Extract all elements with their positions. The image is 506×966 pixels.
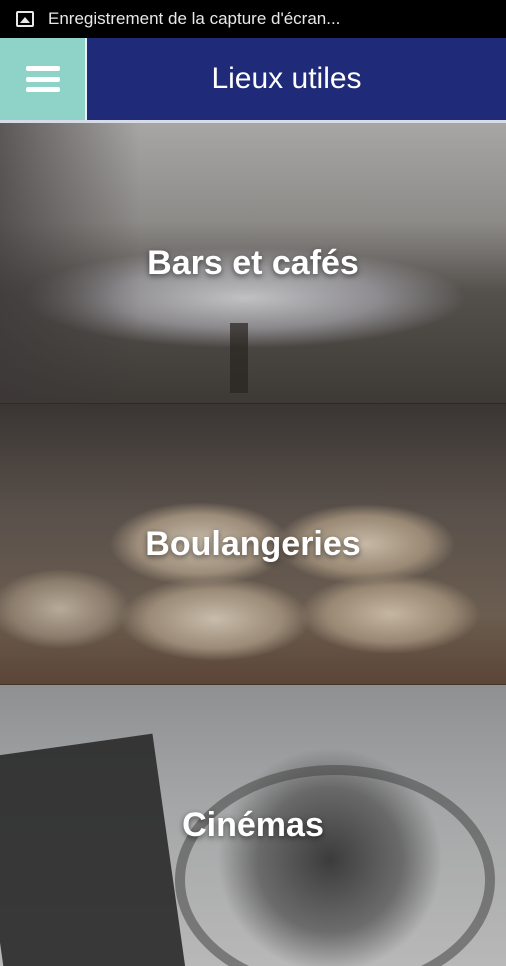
category-item-cinemas[interactable]: Cinémas	[0, 685, 506, 966]
app-bar: Lieux utiles	[0, 38, 506, 120]
page-title: Lieux utiles	[211, 62, 362, 95]
category-label: Boulangeries	[145, 525, 361, 563]
hamburger-menu-icon	[25, 66, 60, 92]
category-item-boulangeries[interactable]: Boulangeries	[0, 404, 506, 685]
menu-button[interactable]	[0, 38, 85, 120]
status-notification-text: Enregistrement de la capture d'écran...	[48, 9, 341, 28]
status-bar: Enregistrement de la capture d'écran...	[0, 0, 506, 38]
title-bar: Lieux utiles	[85, 38, 506, 120]
category-item-bars-cafes[interactable]: Bars et cafés	[0, 123, 506, 404]
category-label: Bars et cafés	[147, 244, 359, 282]
category-list: Bars et cafés Boulangeries Cinémas	[0, 123, 506, 966]
image-icon	[16, 11, 34, 27]
category-label: Cinémas	[182, 806, 324, 844]
